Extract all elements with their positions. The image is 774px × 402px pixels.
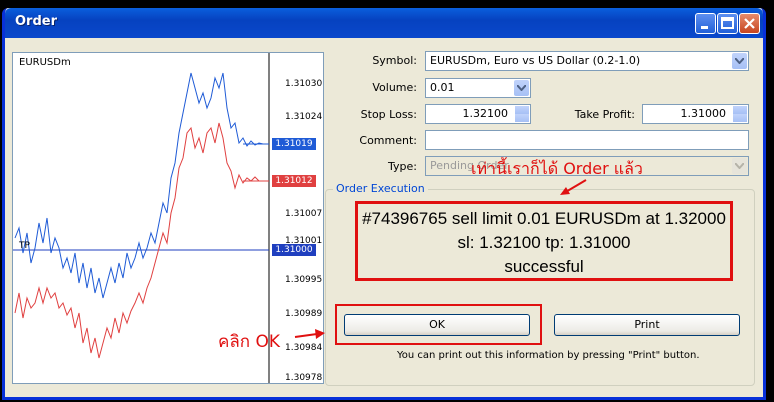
spin-up-icon [515, 106, 529, 114]
symbol-value: EURUSDm, Euro vs US Dollar (0.2-1.0) [430, 54, 641, 67]
spin-down-icon [515, 114, 529, 122]
title-bar[interactable]: Order [5, 8, 763, 38]
close-icon [744, 18, 755, 29]
price-tick: 1.30995 [285, 275, 323, 285]
volume-select[interactable]: 0.01 [425, 78, 531, 98]
chevron-down-icon[interactable] [514, 80, 529, 96]
ask-series [14, 72, 269, 299]
order-dialog: Order EURUSDm 1.31030 1.31024 1.31019 1.… [2, 8, 766, 400]
price-tick: 1.30978 [285, 373, 323, 383]
chevron-down-icon[interactable] [732, 158, 747, 174]
stoploss-input[interactable]: 1.32100 [425, 104, 531, 124]
bid-series [14, 122, 269, 359]
comment-input[interactable] [425, 130, 749, 150]
price-tick: 1.31007 [285, 209, 323, 219]
symbol-label: Symbol: [372, 54, 417, 67]
minimize-icon [701, 26, 708, 29]
volume-value: 0.01 [430, 81, 455, 94]
symbol-select[interactable]: EURUSDm, Euro vs US Dollar (0.2-1.0) [425, 51, 749, 71]
price-tick: 1.31024 [285, 112, 323, 122]
stoploss-label: Stop Loss: [360, 108, 417, 121]
takeprofit-value: 1.31000 [680, 107, 727, 120]
price-tick: 1.31030 [285, 79, 323, 89]
print-info-text: You can print out this information by pr… [397, 350, 700, 361]
dialog-content: EURUSDm 1.31030 1.31024 1.31019 1.31012 … [5, 38, 763, 397]
annotation-text: คลิก OK [218, 332, 281, 352]
spin-up-icon [733, 106, 747, 114]
stoploss-spinner[interactable] [515, 106, 529, 122]
price-tick: 1.30984 [285, 343, 323, 353]
takeprofit-input[interactable]: 1.31000 [642, 104, 749, 124]
minimize-button[interactable] [695, 13, 716, 34]
ask-price-tag: 1.31019 [272, 138, 316, 150]
window-title: Order [15, 14, 57, 29]
type-label: Type: [388, 160, 417, 173]
takeprofit-label: Take Profit: [574, 108, 635, 121]
volume-label: Volume: [372, 81, 417, 94]
tp-price-tag: 1.31000 [272, 244, 316, 256]
maximize-button[interactable] [717, 13, 738, 34]
result-line: successful [504, 257, 584, 276]
arrow-icon [294, 329, 325, 339]
result-line: sl: 1.32100 tp: 1.31000 [457, 233, 631, 252]
ok-button[interactable]: OK [344, 314, 530, 336]
stoploss-value: 1.32100 [462, 107, 509, 120]
spin-down-icon [733, 114, 747, 122]
print-button[interactable]: Print [554, 314, 740, 336]
annotation-text: เท่านี้เราก็ได้ Order แล้ว [471, 159, 643, 178]
comment-label: Comment: [359, 134, 417, 147]
close-button[interactable] [739, 13, 760, 34]
group-title: Order Execution [333, 182, 428, 195]
takeprofit-spinner[interactable] [733, 106, 747, 122]
maximize-icon [721, 17, 734, 29]
execution-result: #74396765 sell limit 0.01 EURUSDm at 1.3… [355, 201, 733, 281]
bid-price-tag: 1.31012 [272, 175, 316, 187]
result-line: #74396765 sell limit 0.01 EURUSDm at 1.3… [362, 209, 726, 228]
tp-label: TP [19, 241, 30, 251]
arrow-icon [560, 179, 587, 195]
chevron-down-icon[interactable] [732, 53, 747, 69]
price-tick: 1.30989 [285, 309, 323, 319]
